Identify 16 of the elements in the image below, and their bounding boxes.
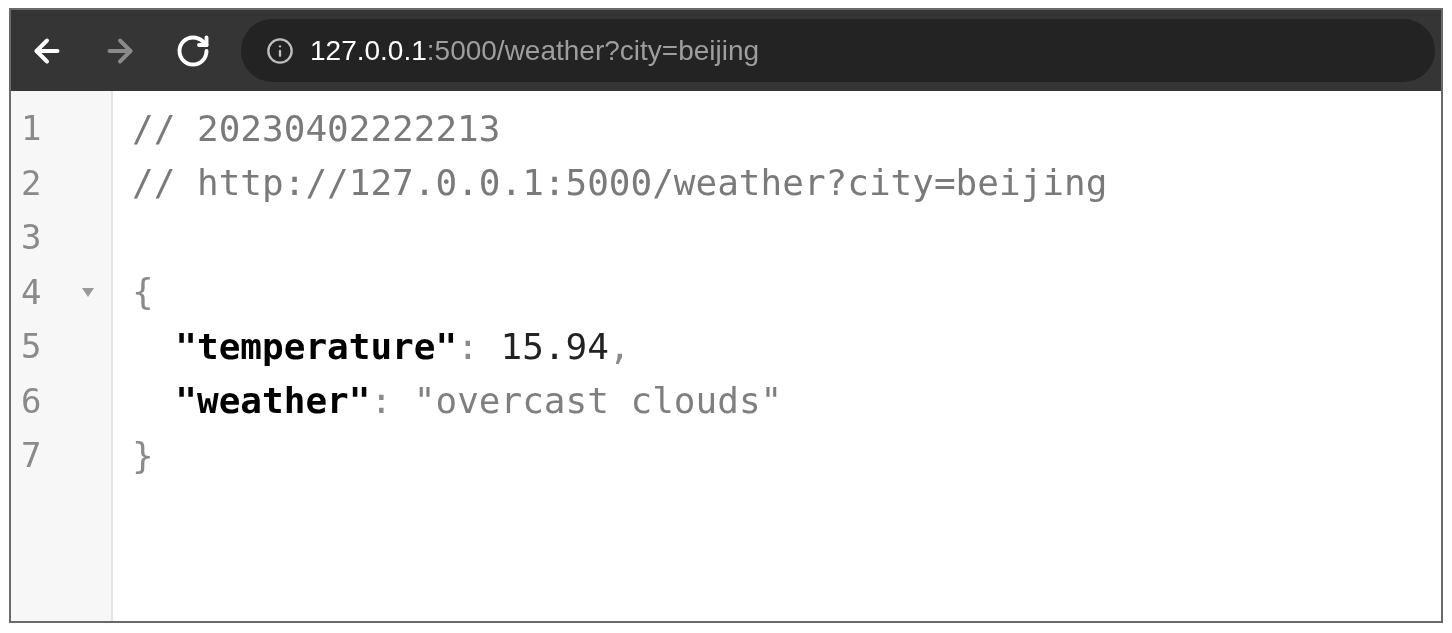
line-number: 7 bbox=[21, 435, 43, 476]
code-line: { bbox=[132, 271, 154, 313]
line-number: 4 bbox=[21, 271, 43, 312]
code-line: } bbox=[132, 434, 154, 476]
line-number: 3 bbox=[21, 217, 43, 258]
info-icon[interactable] bbox=[266, 36, 294, 65]
line-number: 1 bbox=[21, 108, 43, 149]
line-number: 5 bbox=[21, 326, 43, 367]
code-line: // http://127.0.0.1:5000/weather?city=beijing bbox=[132, 162, 1108, 204]
url-text: 127.0.0.1:5000/weather?city=beijing bbox=[310, 34, 760, 67]
line-number: 6 bbox=[21, 380, 43, 421]
code-line: // 20230402222213 bbox=[132, 107, 501, 149]
code-line: "weather": "overcast clouds" bbox=[175, 380, 783, 422]
code-line: "temperature": 15.94, bbox=[175, 325, 631, 367]
line-number: 2 bbox=[21, 162, 43, 203]
address-bar[interactable]: 127.0.0.1:5000/weather?city=beijing bbox=[241, 19, 1435, 82]
